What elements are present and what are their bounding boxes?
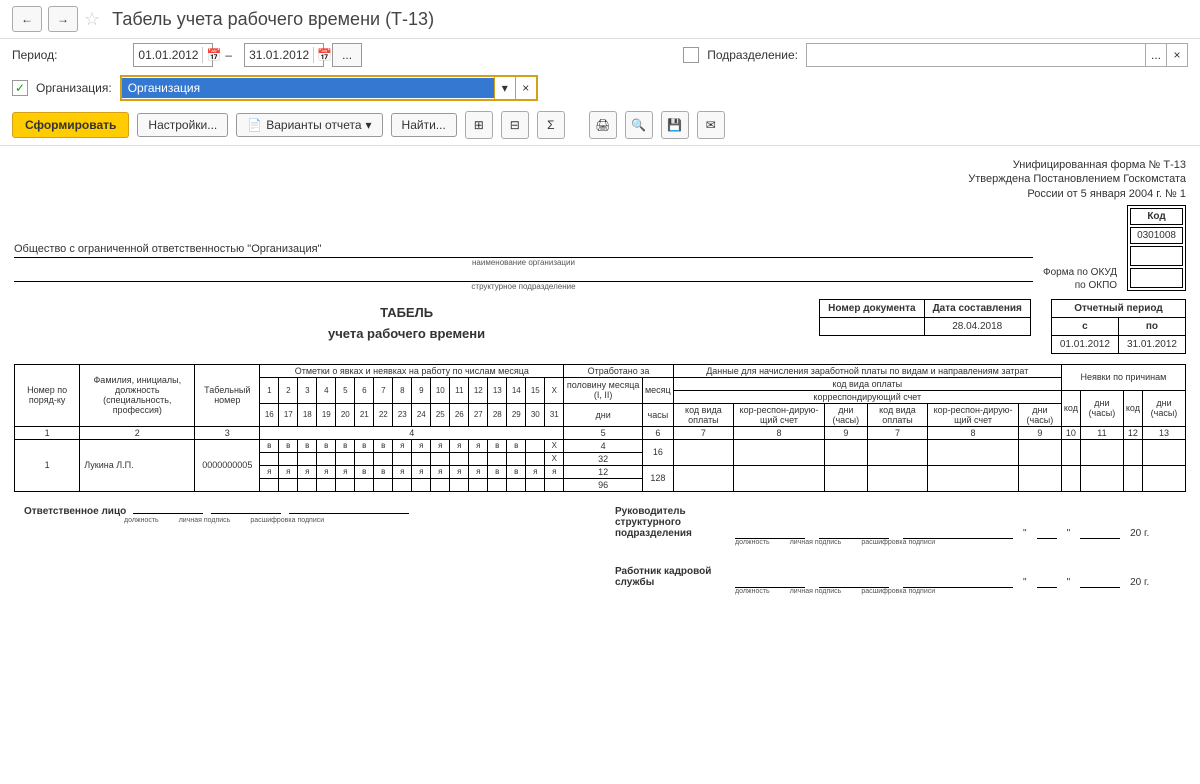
- org-input[interactable]: [122, 78, 494, 98]
- period-from-header: с: [1051, 317, 1118, 335]
- preview-button[interactable]: 🔍: [625, 111, 653, 139]
- okpo-code: [1130, 246, 1183, 266]
- report-body: Унифицированная форма № Т-13 Утверждена …: [0, 146, 1200, 621]
- period-label: Период:: [12, 48, 57, 62]
- chevron-down-icon: ▾: [366, 118, 372, 132]
- period-dash: –: [225, 48, 232, 62]
- calendar-icon[interactable]: 📅: [313, 47, 332, 63]
- org-full-name: Общество с ограниченной ответственностью…: [14, 243, 1033, 258]
- report-title: ТАБЕЛЬ: [14, 305, 799, 320]
- page-title: Табель учета рабочего времени (Т-13): [112, 9, 434, 30]
- generate-button[interactable]: Сформировать: [12, 112, 129, 138]
- org-dropdown-button[interactable]: ▾: [494, 77, 515, 99]
- settings-button[interactable]: Настройки...: [137, 113, 228, 137]
- dept-checkbox[interactable]: [683, 47, 699, 63]
- sum-button[interactable]: Σ: [537, 111, 565, 139]
- expand-groups-button[interactable]: ⊞: [465, 111, 493, 139]
- doc-num-value: [820, 317, 924, 335]
- doc-info-table: Номер документа Дата составления 28.04.2…: [819, 299, 1031, 336]
- okpo-label: по ОКПО: [1043, 280, 1117, 291]
- paycode-header: код вида оплаты: [673, 377, 1061, 390]
- org-caption: наименование организации: [14, 258, 1033, 267]
- col-salary-header: Данные для начисления заработной платы п…: [673, 364, 1061, 377]
- doc-date-header: Дата составления: [924, 299, 1030, 317]
- back-button[interactable]: ←: [12, 6, 42, 32]
- half-month-header: половину месяца (I, II): [564, 377, 643, 403]
- col-worked-header: Отработано за: [564, 364, 673, 377]
- form-approval-text: Унифицированная форма № Т-13 Утверждена …: [968, 158, 1186, 201]
- org-clear-button[interactable]: ×: [515, 77, 536, 99]
- okud-code: 0301008: [1130, 227, 1183, 244]
- org-field: ▾ ×: [120, 75, 538, 101]
- row-num: 1: [15, 439, 80, 491]
- head-label: Руководитель структурного подразделения: [615, 506, 725, 539]
- print-button[interactable]: 🖨: [589, 111, 617, 139]
- dept-clear-button[interactable]: ×: [1166, 44, 1187, 66]
- org-checkbox[interactable]: ✓: [12, 80, 28, 96]
- period-to-header: по: [1118, 317, 1185, 335]
- period-picker-button[interactable]: ...: [332, 43, 362, 67]
- resp-label: Ответственное лицо: [24, 506, 126, 517]
- timesheet-table: Номер по поряд-ку Фамилия, инициалы, дол…: [14, 364, 1186, 492]
- check-icon: ✓: [15, 81, 25, 95]
- period-from-cell: 01.01.2012: [1051, 335, 1118, 353]
- collapse-groups-button[interactable]: ⊟: [501, 111, 529, 139]
- dept-picker-button[interactable]: ...: [1145, 44, 1166, 66]
- dept-input[interactable]: [807, 44, 1145, 66]
- period-from-input[interactable]: 01.01.2012 📅: [133, 43, 213, 67]
- row-tabnum: 0000000005: [195, 439, 260, 491]
- month-header: месяц: [642, 377, 673, 403]
- report-subtitle: учета рабочего времени: [14, 326, 799, 341]
- code-table: Код 0301008: [1127, 205, 1186, 291]
- period-row: Период: 01.01.2012 📅 – 31.01.2012 📅 ... …: [0, 39, 1200, 71]
- variants-label: Варианты отчета: [266, 118, 361, 132]
- forward-button[interactable]: →: [48, 6, 78, 32]
- extra-code: [1130, 268, 1183, 288]
- subdiv-caption: структурное подразделение: [14, 282, 1033, 291]
- report-variants-button[interactable]: 📄 Варианты отчета ▾: [236, 113, 382, 137]
- table-row: 1 Лукина Л.П. 0000000005 вввввввяяяяяввX…: [15, 439, 1186, 452]
- period-from-value: 01.01.2012: [138, 48, 198, 62]
- dept-field[interactable]: ... ×: [806, 43, 1188, 67]
- corr-header: корреспондирующий счет: [673, 390, 1061, 403]
- favorite-icon[interactable]: ☆: [84, 9, 100, 30]
- year-label: 20 г.: [1130, 528, 1149, 539]
- col-absence-header: Неявки по причинам: [1061, 364, 1185, 390]
- row-name: Лукина Л.П.: [80, 439, 195, 491]
- signature-zone: Ответственное лицо должность личная подп…: [14, 492, 1186, 609]
- col-marks-header: Отметки о явках и неявках на работу по ч…: [260, 364, 564, 377]
- code-header: Код: [1130, 208, 1183, 225]
- year-label: 20 г.: [1130, 577, 1149, 588]
- period-table: Отчетный период с по 01.01.2012 31.01.20…: [1051, 299, 1186, 354]
- period-to-value: 31.01.2012: [249, 48, 309, 62]
- top-toolbar: ← → ☆ Табель учета рабочего времени (Т-1…: [0, 0, 1200, 39]
- period-to-cell: 31.01.2012: [1118, 335, 1185, 353]
- okud-label: Форма по ОКУД: [1043, 267, 1117, 278]
- save-button[interactable]: 💾: [661, 111, 689, 139]
- org-row: ✓ Организация: ▾ ×: [0, 71, 1200, 105]
- period-header: Отчетный период: [1051, 299, 1185, 317]
- action-toolbar: Сформировать Настройки... 📄 Варианты отч…: [0, 105, 1200, 146]
- doc-num-header: Номер документа: [820, 299, 924, 317]
- doc-date-value: 28.04.2018: [924, 317, 1030, 335]
- dept-label: Подразделение:: [707, 48, 798, 62]
- calendar-icon[interactable]: 📅: [202, 47, 221, 63]
- col-num-header: Номер по поряд-ку: [15, 364, 80, 426]
- org-label: Организация:: [36, 81, 112, 95]
- find-button[interactable]: Найти...: [391, 113, 457, 137]
- col-tabnum-header: Табельный номер: [195, 364, 260, 426]
- email-button[interactable]: ✉: [697, 111, 725, 139]
- hr-label: Работник кадровой службы: [615, 566, 725, 588]
- variants-icon: 📄: [247, 118, 262, 132]
- col-name-header: Фамилия, инициалы, должность (специально…: [80, 364, 195, 426]
- period-to-input[interactable]: 31.01.2012 📅: [244, 43, 324, 67]
